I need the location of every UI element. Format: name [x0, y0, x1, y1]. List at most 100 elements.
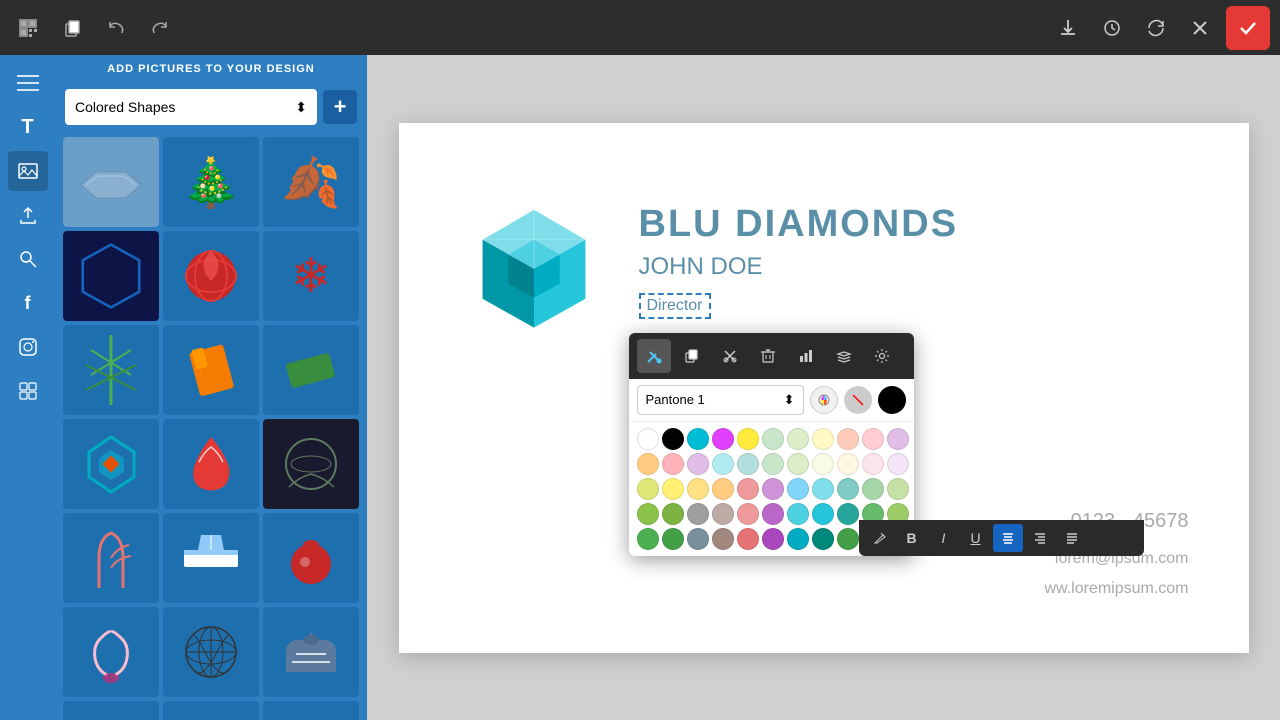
add-category-button[interactable]: +: [323, 90, 357, 124]
shape-item[interactable]: [263, 701, 359, 720]
color-swatch[interactable]: [737, 428, 759, 450]
shape-item[interactable]: [63, 231, 159, 321]
color-swatch[interactable]: [712, 453, 734, 475]
strip-image-icon[interactable]: [8, 151, 48, 191]
color-swatch[interactable]: [637, 478, 659, 500]
color-swatch[interactable]: [662, 478, 684, 500]
qr-icon[interactable]: [10, 10, 46, 46]
color-swatch[interactable]: [637, 428, 659, 450]
color-swatch[interactable]: [862, 453, 884, 475]
close-icon[interactable]: [1182, 10, 1218, 46]
color-swatch[interactable]: [812, 478, 834, 500]
color-swatch[interactable]: [762, 428, 784, 450]
color-swatch[interactable]: [662, 503, 684, 525]
shape-item[interactable]: [63, 419, 159, 509]
color-swatch[interactable]: [687, 453, 709, 475]
color-swatch[interactable]: [737, 528, 759, 550]
settings-tool[interactable]: [865, 339, 899, 373]
color-swatch[interactable]: [787, 503, 809, 525]
card-title[interactable]: Director: [639, 293, 711, 319]
color-swatch[interactable]: [812, 528, 834, 550]
color-swatch[interactable]: [762, 478, 784, 500]
color-swatch[interactable]: [687, 503, 709, 525]
duplicate-tool[interactable]: [675, 339, 709, 373]
shape-item[interactable]: [63, 701, 159, 720]
download-icon[interactable]: [1050, 10, 1086, 46]
shape-item[interactable]: [63, 325, 159, 415]
color-swatch[interactable]: [887, 453, 909, 475]
shape-item[interactable]: [163, 701, 259, 720]
shape-item[interactable]: [63, 137, 159, 227]
cut-tool[interactable]: [713, 339, 747, 373]
color-swatch[interactable]: [837, 453, 859, 475]
strip-instagram-icon[interactable]: [8, 327, 48, 367]
color-swatch[interactable]: [687, 528, 709, 550]
color-swatch[interactable]: [637, 528, 659, 550]
shape-item[interactable]: [63, 513, 159, 603]
copy-icon[interactable]: [54, 10, 90, 46]
shape-item[interactable]: [263, 325, 359, 415]
color-swatch[interactable]: [837, 478, 859, 500]
shape-item[interactable]: [163, 607, 259, 697]
layers-tool[interactable]: [827, 339, 861, 373]
shape-item[interactable]: [163, 231, 259, 321]
color-swatch[interactable]: [762, 453, 784, 475]
confirm-button[interactable]: [1226, 6, 1270, 50]
shape-item[interactable]: ❄: [263, 231, 359, 321]
no-color-btn[interactable]: [844, 386, 872, 414]
color-swatch[interactable]: [837, 503, 859, 525]
color-swatch[interactable]: [762, 528, 784, 550]
align-right-button[interactable]: [1025, 524, 1055, 552]
shape-item[interactable]: [163, 513, 259, 603]
color-swatch[interactable]: [737, 503, 759, 525]
underline-button[interactable]: U: [961, 524, 991, 552]
strip-menu-icon[interactable]: [8, 63, 48, 103]
color-swatch[interactable]: [837, 428, 859, 450]
shape-item[interactable]: 🍂: [263, 137, 359, 227]
align-justify-button[interactable]: [1057, 524, 1087, 552]
shape-item[interactable]: [263, 607, 359, 697]
color-swatch[interactable]: [737, 453, 759, 475]
black-color-btn[interactable]: [878, 386, 906, 414]
shape-item[interactable]: [63, 607, 159, 697]
category-dropdown[interactable]: Colored Shapes ⬍: [65, 89, 317, 125]
chart-tool[interactable]: [789, 339, 823, 373]
edit-text-button[interactable]: [865, 524, 895, 552]
color-swatch[interactable]: [712, 503, 734, 525]
bold-button[interactable]: B: [897, 524, 927, 552]
color-swatch[interactable]: [712, 528, 734, 550]
color-swatch[interactable]: [662, 428, 684, 450]
shape-item[interactable]: 🎄: [163, 137, 259, 227]
color-swatch[interactable]: [812, 453, 834, 475]
color-swatch[interactable]: [637, 503, 659, 525]
shape-item[interactable]: [163, 325, 259, 415]
color-swatch[interactable]: [712, 478, 734, 500]
color-swatch[interactable]: [862, 428, 884, 450]
paint-bucket-tool[interactable]: [637, 339, 671, 373]
italic-button[interactable]: I: [929, 524, 959, 552]
color-swatch[interactable]: [637, 453, 659, 475]
color-swatch[interactable]: [712, 428, 734, 450]
shape-item[interactable]: [163, 419, 259, 509]
strip-search-icon[interactable]: [8, 239, 48, 279]
delete-tool[interactable]: [751, 339, 785, 373]
color-swatch[interactable]: [887, 428, 909, 450]
refresh-icon[interactable]: [1138, 10, 1174, 46]
color-swatch[interactable]: [687, 478, 709, 500]
strip-facebook-icon[interactable]: f: [8, 283, 48, 323]
redo-icon[interactable]: [142, 10, 178, 46]
history-icon[interactable]: [1094, 10, 1130, 46]
undo-icon[interactable]: [98, 10, 134, 46]
color-swatch[interactable]: [812, 503, 834, 525]
color-swatch[interactable]: [662, 453, 684, 475]
color-swatch[interactable]: [737, 478, 759, 500]
color-swatch[interactable]: [662, 528, 684, 550]
color-swatch[interactable]: [687, 428, 709, 450]
pantone-dropdown[interactable]: Pantone 1 ⬍: [637, 385, 804, 415]
strip-layout-icon[interactable]: [8, 371, 48, 411]
color-swatch[interactable]: [762, 503, 784, 525]
color-swatch[interactable]: [812, 428, 834, 450]
color-picker-btn[interactable]: [810, 386, 838, 414]
color-swatch[interactable]: [787, 478, 809, 500]
color-swatch[interactable]: [862, 478, 884, 500]
